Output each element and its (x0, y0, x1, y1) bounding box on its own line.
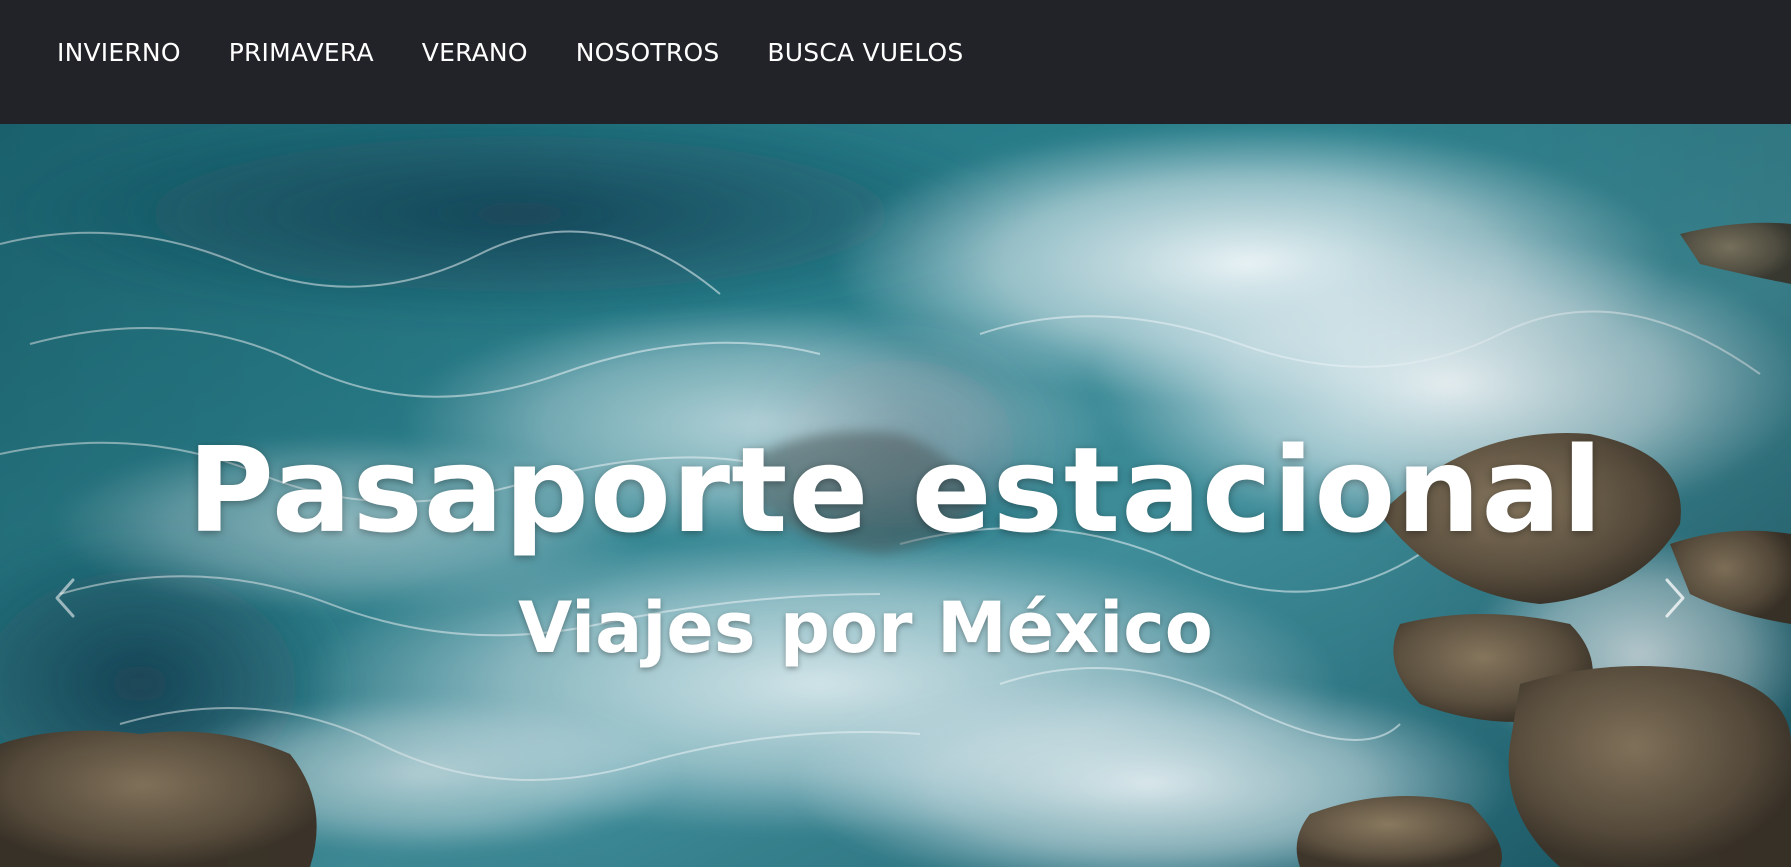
nav-link-verano[interactable]: VERANO (422, 34, 528, 72)
hero-title: Pasaporte estacional (187, 421, 1604, 559)
nav-link-busca-vuelos[interactable]: BUSCA VUELOS (767, 34, 963, 72)
hero-carousel: Pasaporte estacional Viajes por México (0, 124, 1791, 867)
hero-subtitle: Viajes por México (518, 587, 1213, 669)
carousel-prev-button[interactable] (40, 568, 90, 628)
page: INVIERNO PRIMAVERA VERANO NOSOTROS BUSCA… (0, 0, 1791, 867)
top-navbar: INVIERNO PRIMAVERA VERANO NOSOTROS BUSCA… (0, 0, 1791, 124)
nav-link-nosotros[interactable]: NOSOTROS (576, 34, 720, 72)
carousel-next-button[interactable] (1650, 568, 1700, 628)
nav-links: INVIERNO PRIMAVERA VERANO NOSOTROS BUSCA… (57, 34, 1011, 72)
nav-link-invierno[interactable]: INVIERNO (57, 34, 181, 72)
nav-link-primavera[interactable]: PRIMAVERA (229, 34, 374, 72)
chevron-right-icon (1665, 578, 1685, 618)
chevron-left-icon (55, 578, 75, 618)
